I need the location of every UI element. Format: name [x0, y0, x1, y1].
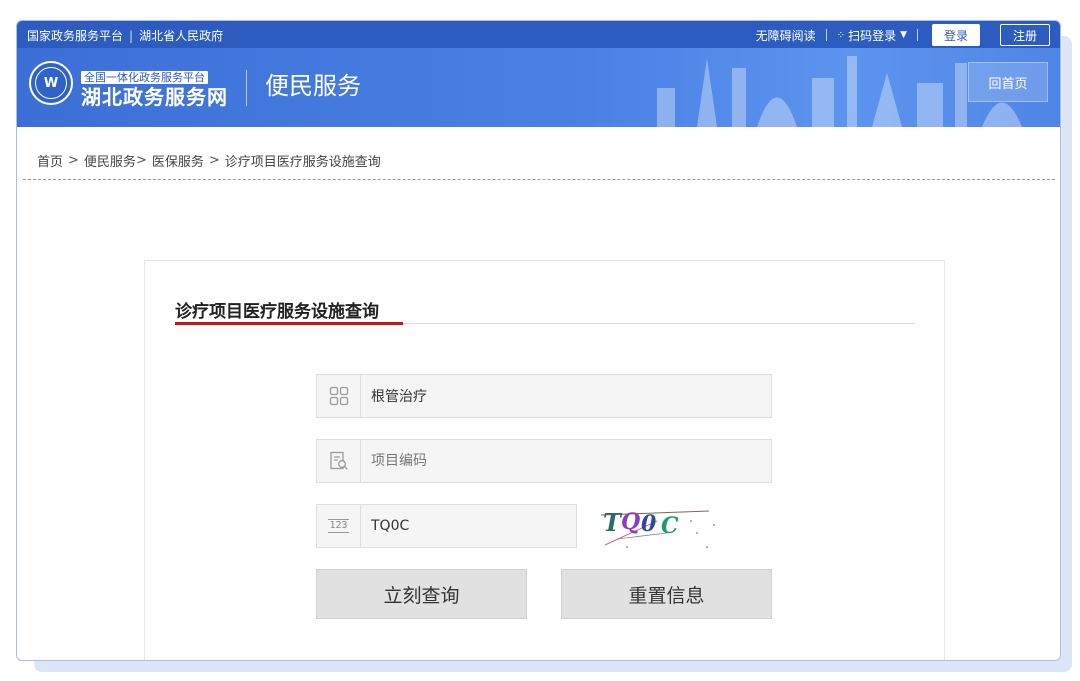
captcha-char: Q	[621, 509, 640, 535]
banner-divider	[246, 70, 247, 106]
item-name-input[interactable]	[361, 376, 771, 416]
qr-code-icon: ⁘	[836, 29, 846, 41]
site-title: 湖北政务服务网	[81, 85, 228, 109]
scan-login-label: 扫码登录	[848, 28, 897, 43]
grid-icon	[317, 375, 361, 417]
scan-login-dropdown[interactable]: ⁘ 扫码登录 ▼	[837, 27, 907, 44]
top-bar-right: 无障碍阅读 ⁘ 扫码登录 ▼ 登录 注册	[756, 24, 1050, 46]
captcha-input[interactable]	[361, 506, 576, 546]
number-123-icon: 123	[317, 505, 361, 547]
national-platform-link[interactable]: 国家政务服务平台	[27, 27, 123, 44]
section-title: 便民服务	[265, 72, 361, 100]
header-banner: W 全国一体化政务服务平台 湖北政务服务网 便民服务 回首页	[17, 48, 1060, 127]
site-name: 全国一体化政务服务平台 湖北政务服务网	[81, 66, 228, 109]
breadcrumb-level2[interactable]: 医保服务	[152, 151, 204, 170]
province-gov-link[interactable]: 湖北省人民政府	[139, 27, 223, 44]
caret-down-icon: ▼	[900, 30, 907, 40]
top-bar-divider	[825, 29, 827, 41]
logo-emblem-icon: W	[35, 67, 67, 99]
captcha-char: T	[603, 508, 623, 537]
top-bar-divider	[917, 29, 918, 41]
login-button[interactable]: 登录	[932, 24, 980, 46]
search-button[interactable]: 立刻查询	[316, 569, 527, 619]
register-button[interactable]: 注册	[1000, 24, 1050, 46]
accessibility-link[interactable]: 无障碍阅读	[756, 27, 816, 44]
item-code-input[interactable]	[361, 441, 771, 481]
home-button[interactable]: 回首页	[968, 62, 1048, 102]
breadcrumb-divider	[23, 179, 1055, 180]
top-bar-separator: |	[129, 28, 134, 43]
breadcrumb-level1[interactable]: 便民服务	[84, 151, 136, 170]
panel-title-accent	[175, 322, 403, 325]
breadcrumb: 首页 > 便民服务 > 医保服务 > 诊疗项目医疗服务设施查询	[37, 151, 381, 170]
browser-frame: 国家政务服务平台 | 湖北省人民政府 无障碍阅读 ⁘ 扫码登录 ▼ 登录 注册	[16, 20, 1061, 661]
breadcrumb-separator: >	[208, 153, 220, 168]
breadcrumb-separator: >	[135, 153, 147, 168]
site-logo[interactable]: W	[29, 61, 73, 105]
breadcrumb-current: 诊疗项目医疗服务设施查询	[224, 155, 381, 170]
site-subtitle: 全国一体化政务服务平台	[81, 71, 208, 84]
captcha-field: 123	[316, 504, 577, 548]
item-name-field	[316, 374, 772, 418]
captcha-image[interactable]: T Q 0 C	[597, 503, 721, 551]
breadcrumb-separator: >	[68, 153, 79, 168]
top-bar: 国家政务服务平台 | 湖北省人民政府 无障碍阅读 ⁘ 扫码登录 ▼ 登录 注册	[17, 21, 1060, 48]
document-search-icon	[317, 440, 361, 482]
query-panel: 诊疗项目医疗服务设施查询 根管治疗 项目编码 123 TQ0C T Q 0 C …	[144, 260, 945, 660]
breadcrumb-home[interactable]: 首页	[37, 151, 63, 170]
top-bar-left: 国家政务服务平台 | 湖北省人民政府	[27, 27, 223, 44]
captcha-char: C	[661, 513, 679, 539]
item-code-field	[316, 439, 772, 483]
reset-button[interactable]: 重置信息	[561, 569, 772, 619]
panel-title: 诊疗项目医疗服务设施查询	[175, 302, 379, 322]
captcha-char: 0	[641, 511, 657, 537]
